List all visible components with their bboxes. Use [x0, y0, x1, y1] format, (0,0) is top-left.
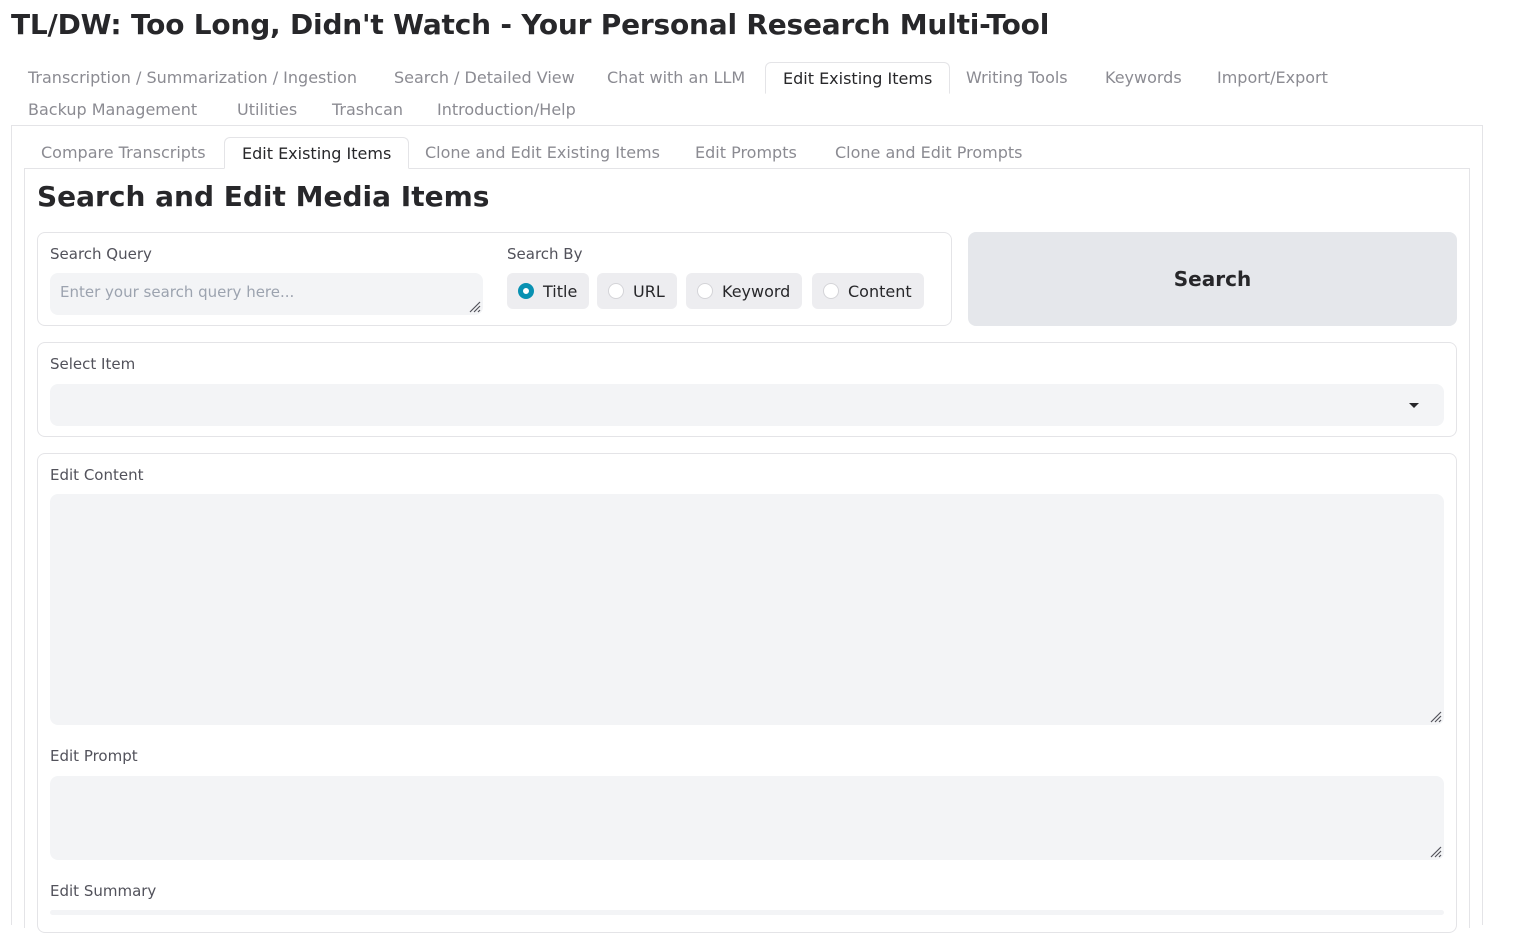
select-item-label: Select Item	[50, 355, 136, 373]
search-by-title-option[interactable]: Title	[507, 273, 590, 309]
radio-unchecked-icon	[823, 283, 839, 299]
caret-down-icon[interactable]	[1409, 403, 1419, 408]
search-by-keyword-option[interactable]: Keyword	[686, 273, 803, 309]
subtab-edit-prompts[interactable]: Edit Prompts	[678, 137, 814, 169]
edit-summary-label: Edit Summary	[50, 882, 157, 900]
search-button[interactable]: Search	[968, 232, 1457, 326]
edit-summary-textarea[interactable]	[50, 910, 1444, 915]
subtab-clone-and-edit-prompts[interactable]: Clone and Edit Prompts	[818, 137, 1039, 169]
edit-content-label: Edit Content	[50, 466, 144, 484]
tab-writing-tools[interactable]: Writing Tools	[949, 62, 1085, 94]
search-by-url-option[interactable]: URL	[597, 273, 677, 309]
tab-introduction-help[interactable]: Introduction/Help	[420, 94, 593, 126]
edit-prompt-label: Edit Prompt	[50, 747, 138, 765]
subtab-edit-existing-items[interactable]: Edit Existing Items	[224, 137, 410, 169]
app-title: TL/DW: Too Long, Didn't Watch - Your Per…	[11, 8, 1050, 41]
tab-search-detailed-view[interactable]: Search / Detailed View	[377, 62, 592, 94]
edit-content-textarea[interactable]	[50, 494, 1444, 725]
radio-checked-icon	[518, 283, 534, 299]
tab-transcription-summarization-ingestion[interactable]: Transcription / Summarization / Ingestio…	[11, 62, 374, 94]
tab-backup-management[interactable]: Backup Management	[11, 94, 214, 126]
search-by-option-label: URL	[633, 281, 665, 301]
search-query-label: Search Query	[50, 245, 152, 263]
search-by-option-label: Title	[543, 281, 578, 301]
edit-prompt-textarea[interactable]	[50, 776, 1444, 860]
radio-unchecked-icon	[697, 283, 713, 299]
search-by-option-label: Content	[848, 281, 912, 301]
search-by-option-label: Keyword	[722, 281, 791, 301]
search-query-input[interactable]	[50, 273, 483, 315]
tab-chat-with-llm[interactable]: Chat with an LLM	[590, 62, 762, 94]
tab-trashcan[interactable]: Trashcan	[315, 94, 420, 126]
section-heading: Search and Edit Media Items	[37, 180, 490, 213]
tab-import-export[interactable]: Import/Export	[1200, 62, 1345, 94]
select-item-dropdown[interactable]	[50, 384, 1444, 426]
tab-keywords[interactable]: Keywords	[1088, 62, 1199, 94]
subtab-compare-transcripts[interactable]: Compare Transcripts	[24, 137, 223, 169]
tab-utilities[interactable]: Utilities	[220, 94, 314, 126]
tab-edit-existing-items[interactable]: Edit Existing Items	[765, 62, 951, 94]
subtab-clone-and-edit-existing-items[interactable]: Clone and Edit Existing Items	[408, 137, 677, 169]
radio-unchecked-icon	[608, 283, 624, 299]
search-by-content-option[interactable]: Content	[812, 273, 924, 309]
search-by-label: Search By	[507, 245, 583, 263]
